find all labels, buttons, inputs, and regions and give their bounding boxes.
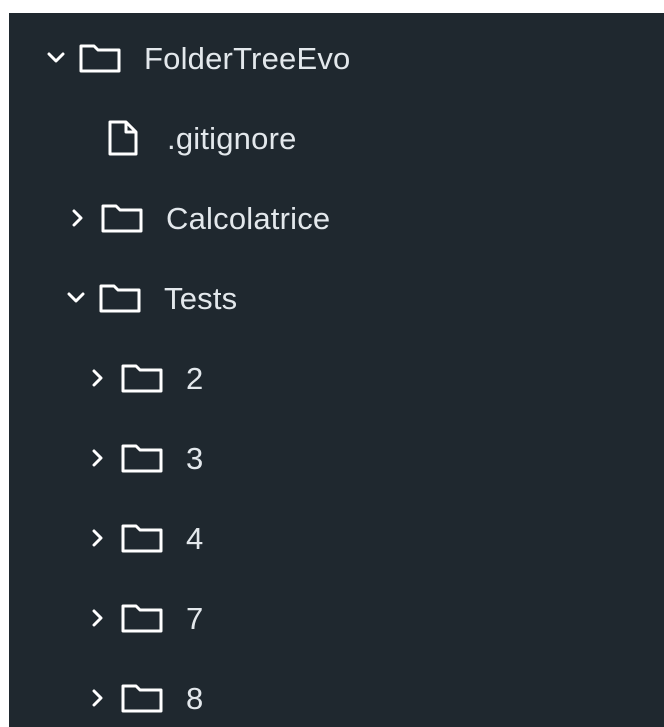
tree-item-label: FolderTreeEvo [144, 40, 351, 76]
chevron-right-icon[interactable] [68, 208, 88, 228]
chevron-right-icon[interactable] [88, 448, 108, 468]
chevron-down-icon[interactable] [66, 288, 86, 308]
chevron-right-icon[interactable] [88, 688, 108, 708]
tree-item-label: 4 [186, 520, 204, 556]
tree-item-7[interactable]: 7 [9, 578, 664, 658]
folder-icon [120, 602, 164, 634]
chevron-right-icon[interactable] [88, 528, 108, 548]
folder-icon [78, 42, 122, 74]
tree-item-label: Tests [164, 280, 238, 316]
tree-item-gitignore[interactable]: .gitignore [9, 98, 664, 178]
tree-item-label: .gitignore [167, 120, 297, 156]
folder-icon [120, 522, 164, 554]
folder-icon [120, 362, 164, 394]
chevron-down-icon[interactable] [46, 48, 66, 68]
tree-item-foldertreeevo[interactable]: FolderTreeEvo [9, 18, 664, 98]
tree-item-label: 7 [186, 600, 204, 636]
tree-item-tests[interactable]: Tests [9, 258, 664, 338]
tree-item-calcolatrice[interactable]: Calcolatrice [9, 178, 664, 258]
tree-item-2[interactable]: 2 [9, 338, 664, 418]
tree-item-label: Calcolatrice [166, 200, 331, 236]
folder-icon [120, 442, 164, 474]
tree-item-8[interactable]: 8 [9, 658, 664, 727]
folder-tree-panel: FolderTreeEvo .gitignore Calcolatrice Te… [9, 13, 664, 727]
chevron-right-icon[interactable] [88, 368, 108, 388]
folder-icon [98, 282, 142, 314]
folder-icon [120, 682, 164, 714]
tree-item-label: 3 [186, 440, 204, 476]
tree-item-3[interactable]: 3 [9, 418, 664, 498]
tree-item-label: 2 [186, 360, 204, 396]
tree-item-4[interactable]: 4 [9, 498, 664, 578]
chevron-right-icon[interactable] [88, 608, 108, 628]
tree-item-label: 8 [186, 680, 204, 716]
file-icon [107, 119, 139, 157]
folder-icon [100, 202, 144, 234]
